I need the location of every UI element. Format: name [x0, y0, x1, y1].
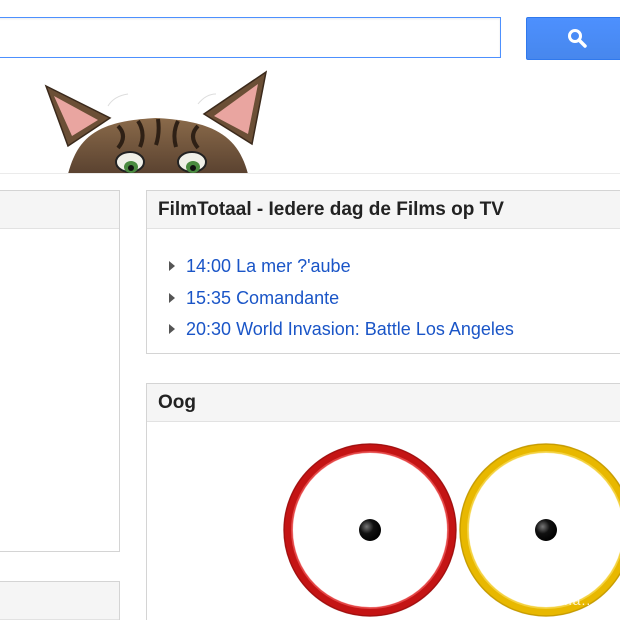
bullet-arrow-icon — [169, 324, 175, 334]
left-gadget-bottom-header — [0, 582, 119, 620]
search-button[interactable] — [526, 17, 620, 60]
film-list-item: 20:30 World Invasion: Battle Los Angeles — [169, 314, 514, 346]
film-time: 20:30 — [186, 319, 232, 339]
film-link[interactable]: 14:00 La mer ?'aube — [186, 256, 351, 276]
film-list-item: 14:00 La mer ?'aube — [169, 251, 514, 283]
left-gadget-header — [0, 191, 119, 229]
cat-peeking-artwork — [44, 70, 268, 174]
bullet-arrow-icon — [169, 292, 175, 303]
watermark: ma... — [560, 592, 597, 608]
header-divider — [0, 173, 620, 174]
left-gadget — [0, 190, 120, 552]
film-title: World Invasion: Battle Los Angeles — [236, 319, 514, 339]
film-time: 15:35 — [186, 287, 232, 308]
film-title: La mer ?'aube — [236, 256, 351, 276]
film-time: 14:00 — [186, 256, 232, 276]
eyes-widget — [283, 443, 620, 617]
film-link[interactable]: 15:35 Comandante — [186, 288, 339, 308]
film-link[interactable]: 20:30 World Invasion: Battle Los Angeles — [186, 319, 514, 339]
oog-gadget: Oog — [146, 383, 620, 620]
filmtotaal-gadget: FilmTotaal - Iedere dag de Films op TV 1… — [146, 190, 620, 354]
right-eye-icon — [459, 443, 620, 617]
film-title: Comandante — [236, 287, 340, 308]
film-list: 14:00 La mer ?'aube 15:35 Comandante 20:… — [169, 251, 514, 346]
search-input[interactable] — [0, 17, 501, 58]
search-icon — [568, 29, 587, 48]
left-gadget-bottom — [0, 581, 120, 620]
bullet-arrow-icon — [169, 261, 175, 271]
left-eye-icon — [283, 443, 457, 617]
gadget-title: FilmTotaal - Iedere dag de Films op TV — [147, 191, 620, 229]
film-list-item: 15:35 Comandante — [169, 283, 514, 315]
